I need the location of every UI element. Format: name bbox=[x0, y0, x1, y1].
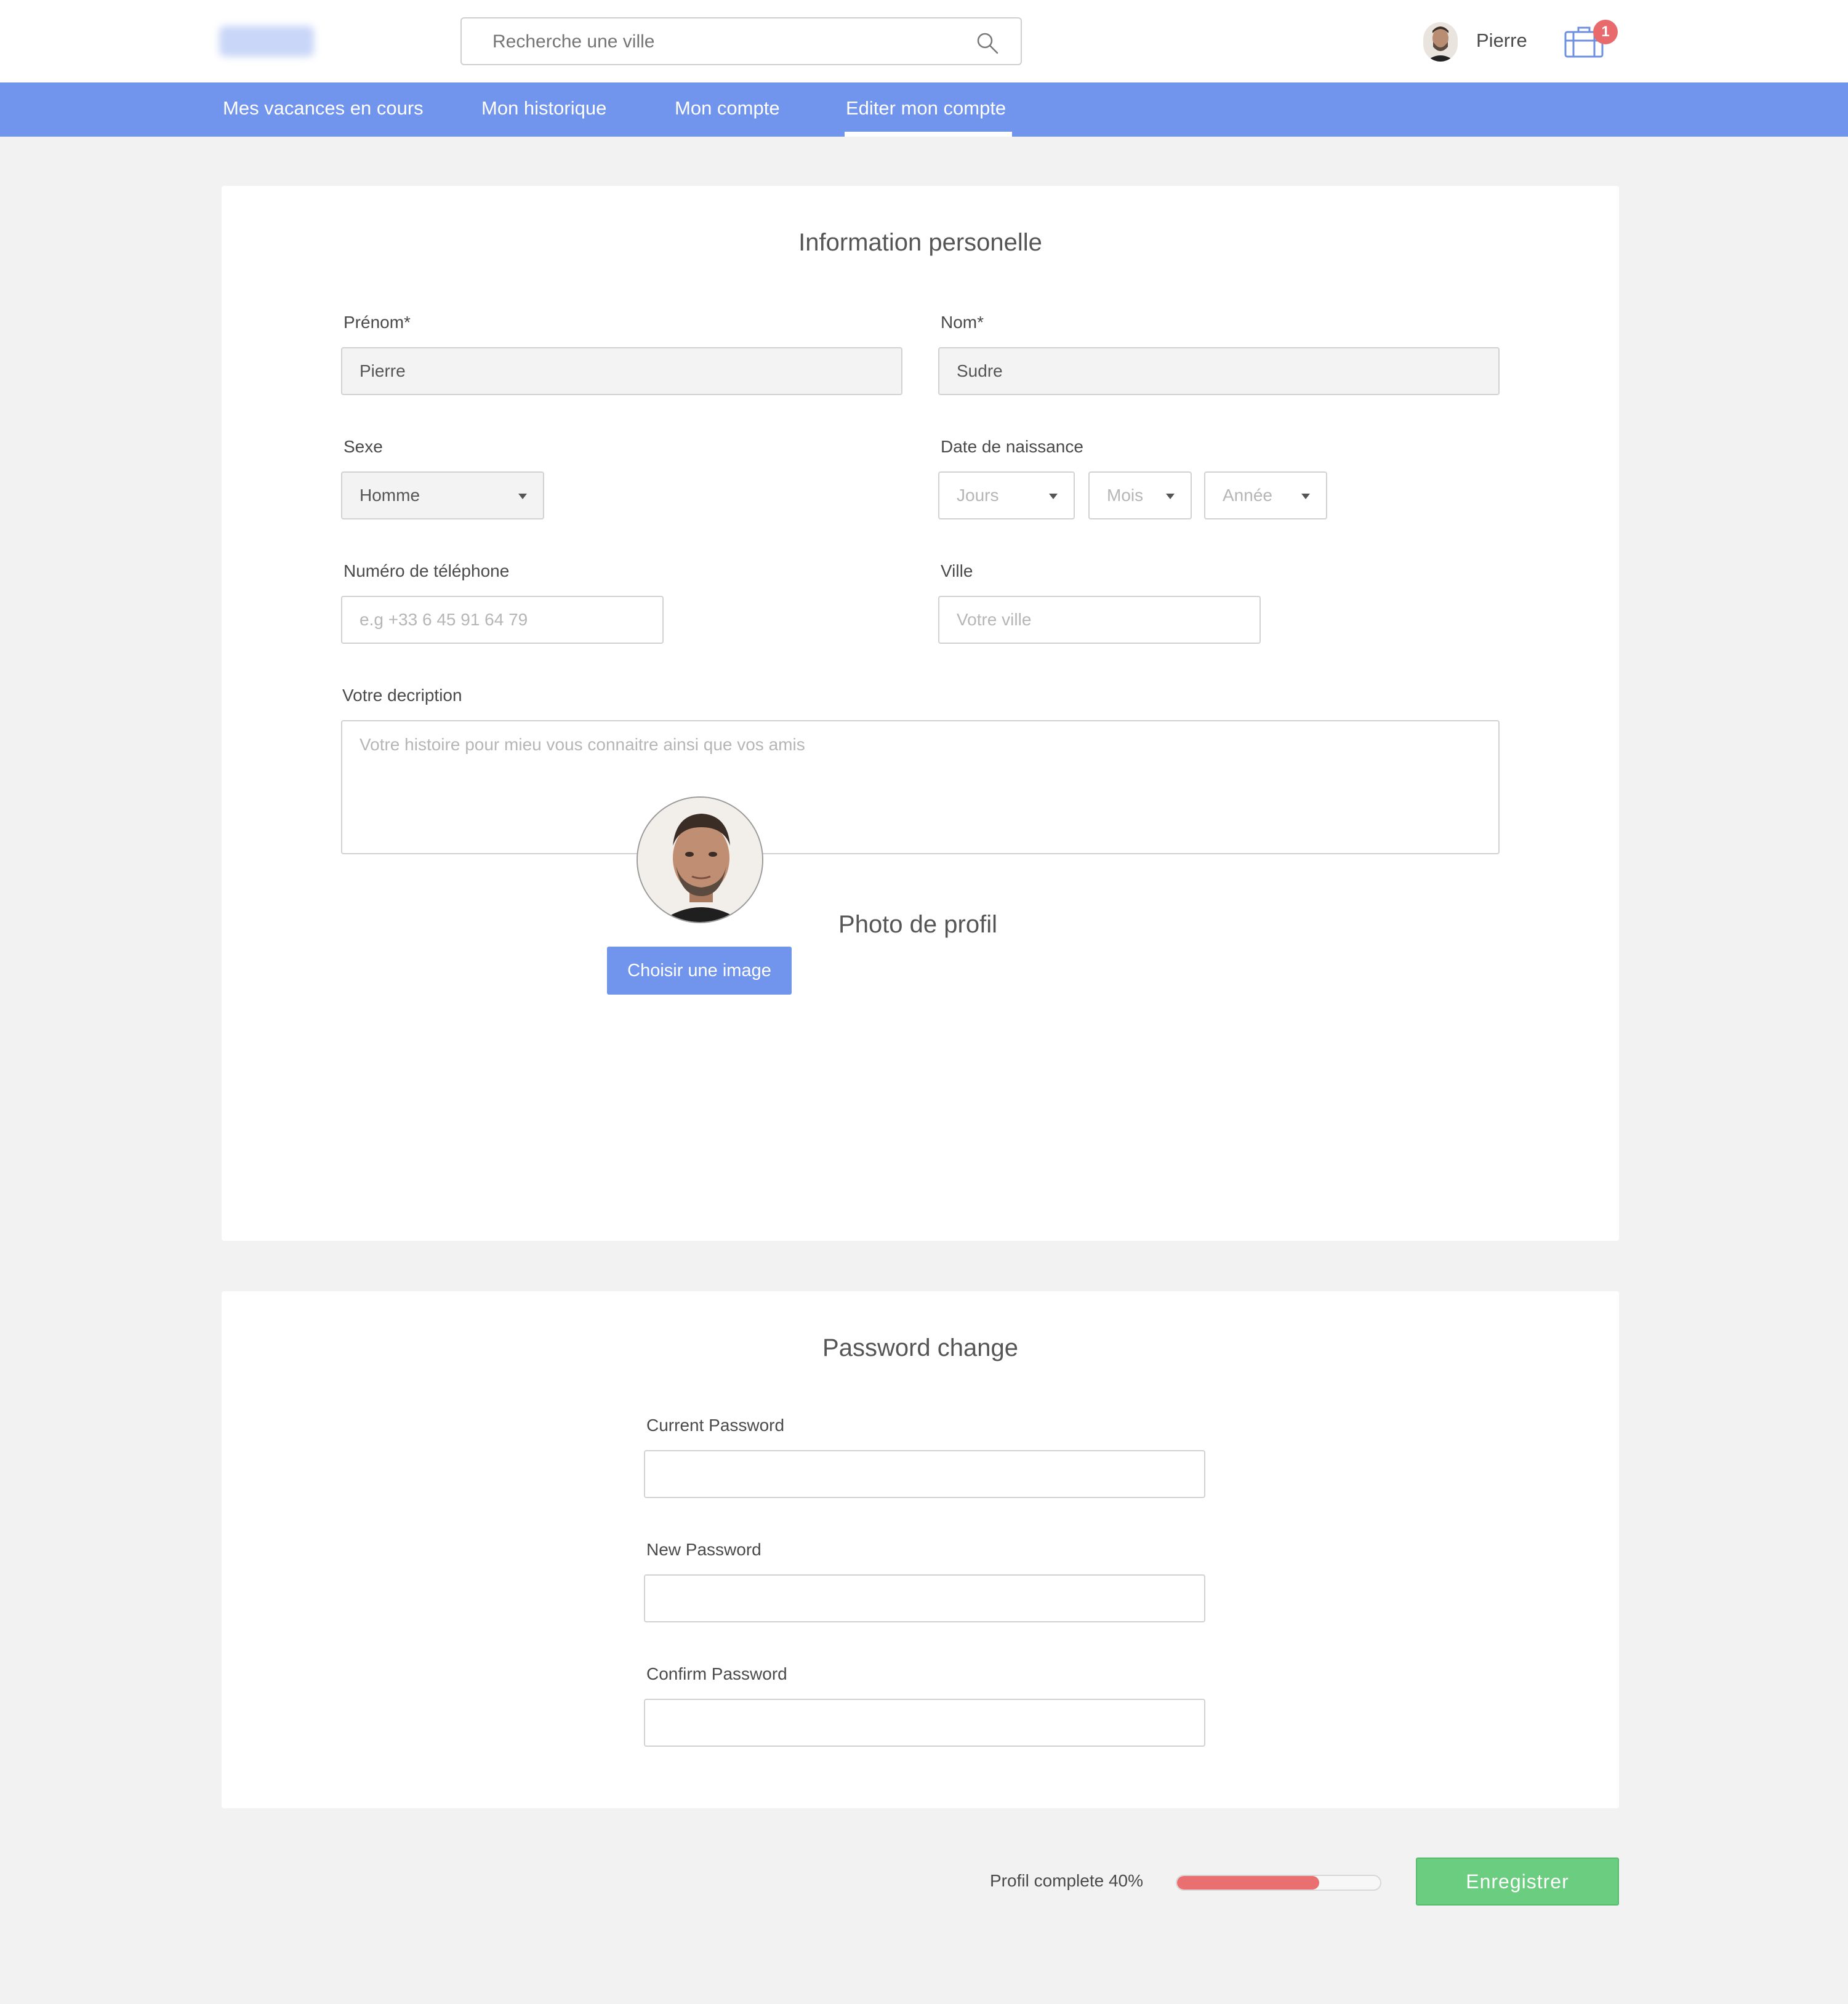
description-label: Votre decription bbox=[342, 686, 462, 705]
save-button[interactable]: Enregistrer bbox=[1416, 1858, 1619, 1906]
password-card: Password change Current Password New Pas… bbox=[222, 1291, 1619, 1808]
birth-day-placeholder: Jours bbox=[957, 486, 999, 505]
phone-field[interactable]: e.g +33 6 45 91 64 79 bbox=[341, 596, 664, 644]
profile-photo bbox=[637, 796, 763, 923]
personal-info-card: Information personelle Prénom* Pierre No… bbox=[222, 186, 1619, 1241]
search-input[interactable] bbox=[492, 30, 960, 54]
current-password-label: Current Password bbox=[646, 1416, 785, 1435]
firstname-label: Prénom* bbox=[343, 313, 411, 332]
confirm-password-field[interactable] bbox=[644, 1699, 1205, 1747]
birthdate-label: Date de naissance bbox=[941, 437, 1083, 456]
nav-item-history[interactable]: Mon historique bbox=[481, 97, 606, 119]
choose-image-button[interactable]: Choisir une image bbox=[607, 947, 792, 995]
lastname-label: Nom* bbox=[941, 313, 984, 332]
nav-item-current-vacations[interactable]: Mes vacances en cours bbox=[223, 97, 424, 119]
chevron-down-icon bbox=[1166, 494, 1175, 499]
birth-day-select[interactable]: Jours bbox=[938, 471, 1075, 519]
birth-year-select[interactable]: Année bbox=[1204, 471, 1327, 519]
user-avatar[interactable] bbox=[1423, 22, 1458, 62]
profile-progress-fill bbox=[1177, 1876, 1319, 1890]
cart-count-badge: 1 bbox=[1593, 20, 1618, 44]
profile-progress-bar bbox=[1176, 1875, 1381, 1891]
city-field[interactable]: Votre ville bbox=[938, 596, 1261, 644]
city-label: Ville bbox=[941, 561, 973, 580]
chevron-down-icon bbox=[518, 494, 527, 499]
chevron-down-icon bbox=[1049, 494, 1058, 499]
birth-month-placeholder: Mois bbox=[1107, 486, 1144, 505]
active-tab-indicator bbox=[845, 132, 1012, 137]
firstname-field[interactable]: Pierre bbox=[341, 347, 902, 395]
password-title: Password change bbox=[822, 1334, 1018, 1361]
lastname-field[interactable]: Sudre bbox=[938, 347, 1500, 395]
personal-info-title: Information personelle bbox=[798, 229, 1042, 256]
current-password-field[interactable] bbox=[644, 1450, 1205, 1498]
main-nav: Mes vacances en cours Mon historique Mon… bbox=[0, 82, 1848, 137]
logo[interactable] bbox=[219, 26, 314, 57]
sex-label: Sexe bbox=[343, 437, 383, 456]
phone-label: Numéro de téléphone bbox=[343, 561, 510, 580]
chevron-down-icon bbox=[1301, 494, 1310, 499]
sex-select[interactable]: Homme bbox=[341, 471, 544, 519]
top-header: Pierre 1 bbox=[0, 0, 1848, 82]
user-name[interactable]: Pierre bbox=[1476, 30, 1527, 52]
birth-month-select[interactable]: Mois bbox=[1088, 471, 1192, 519]
profile-progress-label: Profil complete 40% bbox=[990, 1871, 1144, 1890]
birth-year-placeholder: Année bbox=[1223, 486, 1272, 505]
sex-select-value: Homme bbox=[360, 486, 420, 505]
new-password-label: New Password bbox=[646, 1540, 761, 1559]
photo-title: Photo de profil bbox=[838, 911, 997, 938]
confirm-password-label: Confirm Password bbox=[646, 1664, 787, 1683]
search-icon[interactable] bbox=[975, 31, 1000, 55]
new-password-field[interactable] bbox=[644, 1574, 1205, 1622]
nav-item-account[interactable]: Mon compte bbox=[675, 97, 780, 119]
nav-item-edit-account[interactable]: Editer mon compte bbox=[846, 97, 1006, 119]
search-box[interactable] bbox=[460, 17, 1022, 65]
description-textarea[interactable]: Votre histoire pour mieu vous connaitre … bbox=[341, 720, 1500, 854]
